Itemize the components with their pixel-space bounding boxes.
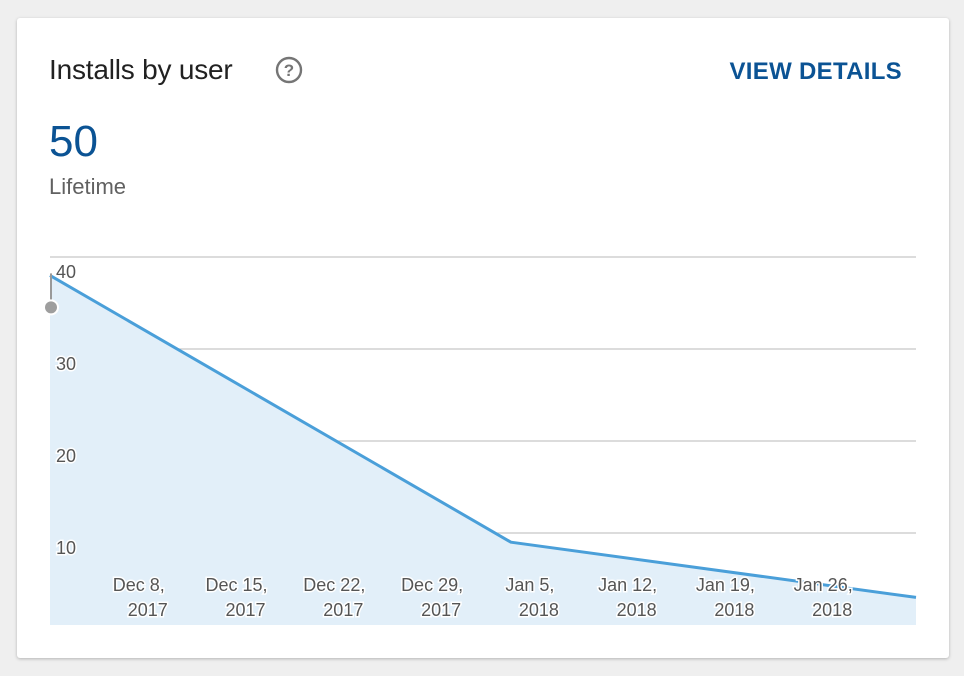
x-tick-date: Jan 12,: [598, 575, 657, 595]
x-tick-year: 2017: [323, 600, 363, 620]
x-tick-year: 2018: [812, 600, 852, 620]
y-tick-label: 30: [56, 354, 76, 374]
installs-area-chart: 10 20 30 40 Dec 8, 2017 Dec 15, 2017 Dec 22, 201…: [43, 256, 917, 625]
x-tick-year: 2018: [519, 600, 559, 620]
x-tick-date: Jan 5,: [505, 575, 554, 595]
x-tick-year: 2017: [226, 600, 266, 620]
x-tick-date: Dec 15,: [206, 575, 268, 595]
y-tick-label: 20: [56, 446, 76, 466]
installs-card: Installs by user ? VIEW DETAILS 50 Lifet…: [17, 18, 949, 658]
x-tick-date: Jan 19,: [696, 575, 755, 595]
x-tick-date: Jan 26,: [794, 575, 853, 595]
x-tick-date: Dec 8,: [113, 575, 165, 595]
y-tick-label: 10: [56, 538, 76, 558]
hover-marker-dot: [43, 299, 59, 316]
series-area: [50, 275, 916, 625]
x-tick-year: 2018: [714, 600, 754, 620]
series-layer: [49, 274, 917, 625]
x-tick-year: 2017: [421, 600, 461, 620]
x-tick-date: Dec 29,: [401, 575, 463, 595]
x-tick-year: 2018: [617, 600, 657, 620]
x-tick-year: 2017: [128, 600, 168, 620]
y-tick-label: 40: [56, 262, 76, 282]
x-tick-date: Dec 22,: [303, 575, 365, 595]
